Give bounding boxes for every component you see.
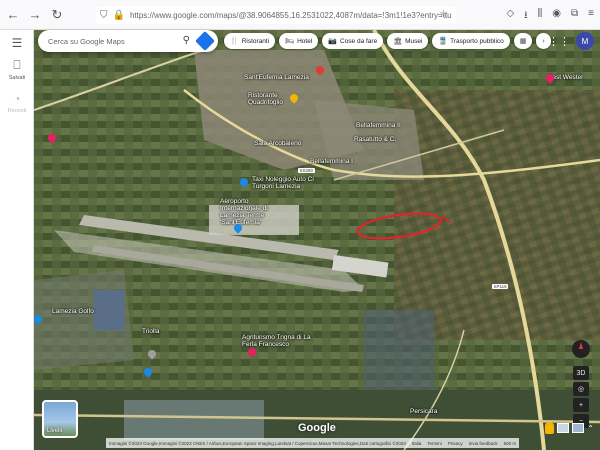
reload-icon[interactable]: ↻ [48, 6, 66, 24]
address-bar[interactable]: ⛉ 🔒 https://www.google.com/maps/@38.9064… [96, 6, 456, 24]
account-icon[interactable]: ◉ [552, 8, 561, 25]
bed-icon: 🛏 [285, 38, 295, 45]
expand-icon[interactable]: ⌃ [587, 424, 594, 433]
label-noleggio-auto[interactable]: Taxi Noleggio Auto Ci Turgoni Lamezia [252, 176, 332, 190]
bookmark-icon: ⎕ [13, 58, 21, 72]
history-icon: ◔ [13, 92, 21, 106]
lock-icon: 🔒 [112, 9, 125, 21]
grid-icon: ▦ [519, 38, 527, 45]
link-privacy[interactable]: Privacy [448, 441, 463, 446]
saved-button[interactable]: ⎕ Salvati [0, 58, 34, 81]
url-text[interactable]: https://www.google.com/maps/@38.9064855,… [130, 11, 452, 20]
chip-label: Ristoranti [241, 37, 270, 45]
map-controls: 3D ◎ + − [572, 340, 590, 430]
pegman-icon[interactable] [545, 422, 555, 434]
apps-grid-icon[interactable]: ⋮⋮ [548, 35, 570, 48]
chip-label: Hotel [297, 37, 313, 45]
satellite-map[interactable]: Best Wester Sant'Eufemia Lamezia Ristora… [34, 30, 600, 450]
main-menu-button[interactable]: ☰ [0, 36, 34, 50]
fork-knife-icon: 🍴 [230, 38, 239, 45]
extensions-icon[interactable]: ⧉ [571, 8, 578, 25]
account-area: ⋮⋮ M [548, 32, 594, 50]
chip-label: Trasporto pubblico [450, 37, 504, 45]
browser-toolbar: ← → ↻ ⛉ 🔒 https://www.google.com/maps/@3… [0, 0, 600, 30]
label-quadrifoglio[interactable]: Ristorante Quadrifoglio [248, 92, 308, 106]
search-input[interactable]: Cerca su Google Maps [48, 37, 125, 46]
category-chips: 🍴 Ristoranti 🛏 Hotel 📷 Cose da fare 🏛 Musei … [224, 33, 551, 49]
profile-avatar[interactable]: M [576, 32, 594, 50]
link-terms[interactable]: Termini [427, 441, 442, 446]
chip-restaurants[interactable]: 🍴 Ristoranti [224, 33, 276, 49]
chip-transit[interactable]: 🚆 Trasporto pubblico [432, 33, 510, 49]
label-sant-eufemia[interactable]: Sant'Eufemia Lamezia [244, 74, 309, 81]
chevron-right-icon: › [542, 37, 545, 45]
chip-label: Musei [405, 37, 423, 45]
chip-more[interactable]: ▦ [513, 33, 533, 49]
shield-icon: ⛉ [100, 9, 108, 21]
satellite-imagery [34, 30, 600, 450]
label-lamezia-golfo[interactable]: Lamezia Golfo [52, 308, 94, 315]
pocket-icon[interactable]: ◇ [506, 8, 514, 25]
my-location-icon[interactable]: ◎ [573, 382, 589, 396]
saved-label: Salvati [8, 75, 26, 81]
tilt-3d-button[interactable]: 3D [573, 366, 589, 380]
road-shield-ss280: SS280 [298, 168, 315, 173]
layers-button[interactable]: Livelli [42, 400, 78, 438]
recent-label: Recenti [7, 108, 27, 114]
camera-icon: 📷 [328, 38, 337, 45]
zoom-in-button[interactable]: + [573, 398, 589, 412]
bookmark-star-icon[interactable]: ☆ [439, 9, 448, 20]
museum-icon: 🏛 [393, 38, 403, 45]
road-shield-sp: SP116 [492, 284, 509, 289]
layers-label: Livelli [47, 428, 63, 434]
menu-icon[interactable]: ≡ [588, 8, 594, 25]
back-icon[interactable]: ← [4, 6, 22, 24]
search-box[interactable]: Cerca su Google Maps ⚲ [38, 30, 218, 52]
link-italy[interactable]: Italia [412, 441, 422, 446]
map-type-tile-alt[interactable] [572, 423, 585, 433]
map-type-tile[interactable] [557, 423, 570, 433]
label-triolla[interactable]: Triolla [142, 328, 159, 335]
label-rasatutto[interactable]: Rasatutto & C. [354, 136, 404, 143]
chip-things-to-do[interactable]: 📷 Cose da fare [322, 33, 384, 49]
link-feedback[interactable]: Invia feedback [469, 441, 498, 446]
attribution-bar: Immagini ©2023 Google,Immagini ©2023 CNE… [106, 438, 520, 448]
directions-icon[interactable] [195, 31, 215, 51]
chip-label: Cose da fare [339, 37, 378, 45]
attribution-text: Immagini ©2023 Google,Immagini ©2023 CNE… [109, 440, 406, 446]
recent-button[interactable]: ◔ Recenti [0, 92, 34, 114]
download-icon[interactable]: ⭳ [524, 8, 528, 25]
label-aeroporto[interactable]: Aeroporto Internazionale di Lamezia Term… [220, 198, 290, 226]
maps-side-rail: ☰ ⎕ Salvati ◔ Recenti [0, 30, 34, 450]
label-sala-arcobaleno[interactable]: Sala Arcobaleno [254, 140, 301, 147]
train-icon: 🚆 [438, 38, 448, 45]
chip-hotel[interactable]: 🛏 Hotel [279, 33, 319, 49]
label-trigna[interactable]: Agriturismo Trigna di La Ferla Francesco [242, 334, 322, 348]
label-bellafemmina-i[interactable]: Bellafemmina I [310, 158, 353, 165]
forward-icon[interactable]: → [26, 6, 44, 24]
chip-museums[interactable]: 🏛 Musei [387, 33, 429, 49]
browser-actions: ◇ ⭳ ⫼ ◉ ⧉ ≡ [506, 8, 594, 25]
library-icon[interactable]: ⫼ [538, 8, 543, 25]
bottom-tools: ⌃ [545, 422, 594, 434]
compass-icon[interactable] [572, 340, 590, 358]
search-icon[interactable]: ⚲ [183, 35, 190, 46]
label-bellafemmina-ii[interactable]: Bellafemmina II [356, 122, 401, 129]
hamburger-icon: ☰ [11, 36, 23, 50]
scale-label: 500 m [503, 440, 517, 446]
label-persicara[interactable]: Persicara [410, 408, 437, 415]
google-logo: Google [298, 422, 336, 434]
